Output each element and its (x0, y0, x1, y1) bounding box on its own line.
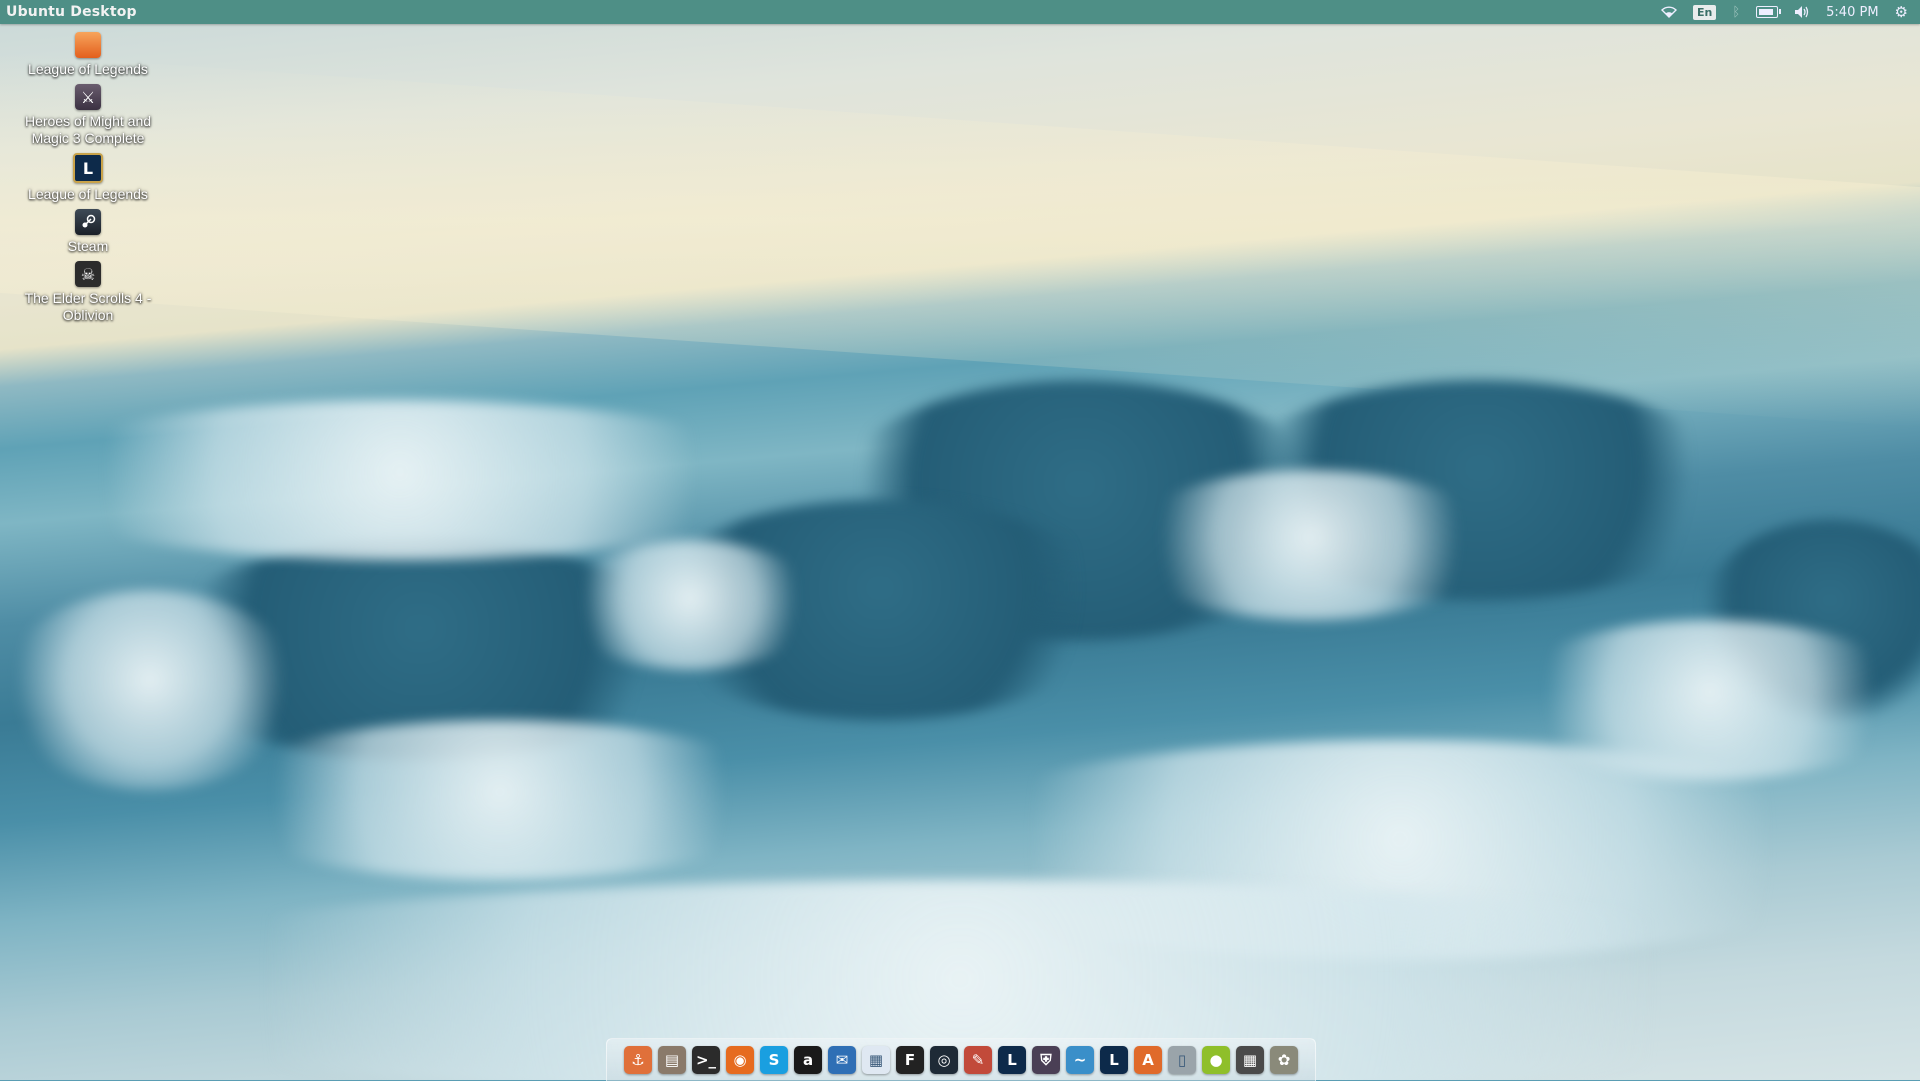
indicator-area: En ᛒ 5:40 PM ⚙ (1653, 0, 1920, 24)
anchor-icon[interactable]: ⚓ (624, 1046, 652, 1074)
skype-icon[interactable]: S (760, 1046, 788, 1074)
cloud-top (1500, 620, 1920, 780)
desktop-icon-label: The Elder Scrolls 4 - Oblivion (24, 290, 152, 323)
trash-icon[interactable]: ▯ (1168, 1046, 1196, 1074)
bluetooth-icon[interactable]: ᛒ (1724, 0, 1748, 24)
clock[interactable]: 5:40 PM (1818, 0, 1886, 24)
cloud-top (200, 720, 800, 880)
desktop-icon-league-of-legends[interactable]: L League of Legends (14, 153, 162, 203)
panel-title: Ubuntu Desktop (6, 4, 137, 20)
workspaces-icon[interactable]: ▦ (1236, 1046, 1264, 1074)
software-center-icon[interactable]: A (1134, 1046, 1162, 1074)
wifi-icon[interactable] (1653, 0, 1685, 24)
desktop-icon-league-of-legends-folder[interactable]: League of Legends (14, 32, 162, 78)
steam-icon (75, 209, 101, 235)
thunderbird-icon[interactable]: ✉ (828, 1046, 856, 1074)
cloud-top (0, 400, 800, 560)
oblivion-icon: ☠ (75, 261, 101, 287)
top-panel: Ubuntu Desktop En ᛒ 5:40 PM ⚙ (0, 0, 1920, 24)
steam-icon[interactable]: ◎ (930, 1046, 958, 1074)
font-icon[interactable]: F (896, 1046, 924, 1074)
desktop-icon-label: League of Legends (28, 61, 148, 77)
horizon-haze (0, 52, 1920, 428)
league-of-legends-icon[interactable]: L (998, 1046, 1026, 1074)
tools-icon[interactable]: ✎ (964, 1046, 992, 1074)
desktop-icon-heroes-of-might-and-magic[interactable]: ⚔ Heroes of Might and Magic 3 Complete (14, 84, 162, 147)
gimp-icon[interactable]: ✿ (1270, 1046, 1298, 1074)
desktop-icon-label: Heroes of Might and Magic 3 Complete (24, 113, 152, 146)
desktop-icon-label: League of Legends (28, 186, 148, 202)
files-icon[interactable]: ▤ (658, 1046, 686, 1074)
desktop-icon-label: Steam (67, 238, 109, 254)
league-of-legends-icon: L (73, 153, 103, 183)
battery-gauge (1756, 6, 1782, 18)
heroes-shield-icon[interactable]: ⛨ (1032, 1046, 1060, 1074)
document-icon[interactable]: ▦ (862, 1046, 890, 1074)
keyboard-language-indicator[interactable]: En (1685, 0, 1724, 24)
desktop-icon-steam[interactable]: Steam (14, 209, 162, 255)
cloud-top (1120, 470, 1500, 620)
desktop-wallpaper (0, 0, 1920, 1080)
heroes-shield-icon: ⚔ (75, 84, 101, 110)
battery-icon[interactable] (1748, 0, 1786, 24)
firefox-icon[interactable]: ◉ (726, 1046, 754, 1074)
folder-icon (75, 32, 101, 58)
desktop-icon-oblivion[interactable]: ☠ The Elder Scrolls 4 - Oblivion (14, 261, 162, 324)
desktop-icons: League of Legends ⚔ Heroes of Might and … (14, 32, 162, 330)
green-orb-icon[interactable]: ● (1202, 1046, 1230, 1074)
battery-fill (1759, 9, 1774, 15)
amazon-icon[interactable]: a (794, 1046, 822, 1074)
league-of-legends-icon-2[interactable]: L (1100, 1046, 1128, 1074)
terminal-icon[interactable]: >_ (692, 1046, 720, 1074)
language-label: En (1692, 4, 1717, 20)
dock: ⚓ ▤ >_ ◉ Sa ✉ ▦ F ◎ ✎ L ⛨ ~ L A ▯ ● ▦ ✿ (606, 1038, 1316, 1081)
volume-icon[interactable] (1786, 0, 1818, 24)
gear-icon[interactable]: ⚙ (1887, 0, 1916, 24)
wine-icon[interactable]: ~ (1066, 1046, 1094, 1074)
cloud-top (560, 540, 820, 670)
